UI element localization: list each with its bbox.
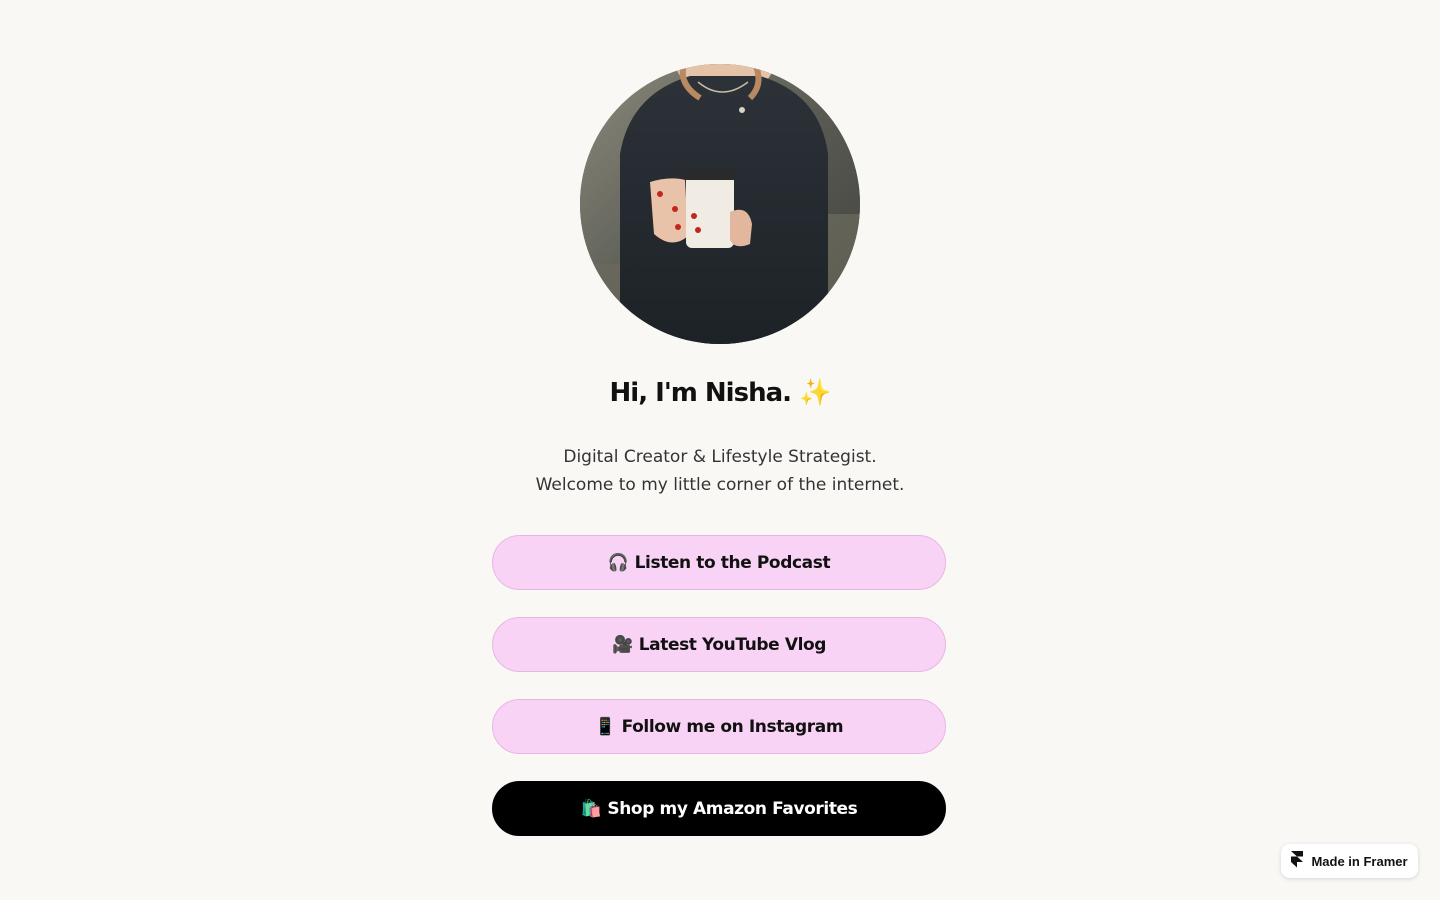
link-label: Shop my Amazon Favorites [607,798,858,819]
youtube-link-button[interactable]: 🎥 Latest YouTube Vlog [492,617,946,672]
mobile-phone-icon: 📱 [594,716,616,737]
framer-logo-icon [1291,851,1304,871]
podcast-link-button[interactable]: 🎧 Listen to the Podcast [492,535,946,590]
bio-line: Digital Creator & Lifestyle Strategist. [563,447,877,467]
badge-label: Made in Framer [1311,853,1408,869]
link-in-bio-page: Hi, I'm Nisha. ✨ Digital Creator & Lifes… [0,0,1440,900]
link-label: Follow me on Instagram [621,716,844,737]
profile-photo [580,64,860,344]
bio-line: Welcome to my little corner of the inter… [535,475,905,495]
shopping-bags-icon: 🛍️ [580,798,602,819]
link-label: Latest YouTube Vlog [638,634,827,655]
instagram-link-button[interactable]: 📱 Follow me on Instagram [492,699,946,754]
video-camera-icon: 🎥 [611,634,633,655]
headphones-icon: 🎧 [607,552,629,573]
link-label: Listen to the Podcast [634,552,831,573]
amazon-link-button[interactable]: 🛍️ Shop my Amazon Favorites [492,781,946,836]
bio-text: Digital Creator & Lifestyle Strategist. … [0,443,1440,499]
made-in-framer-badge[interactable]: Made in Framer [1281,844,1418,878]
page-title: Hi, I'm Nisha. ✨ [609,378,832,408]
